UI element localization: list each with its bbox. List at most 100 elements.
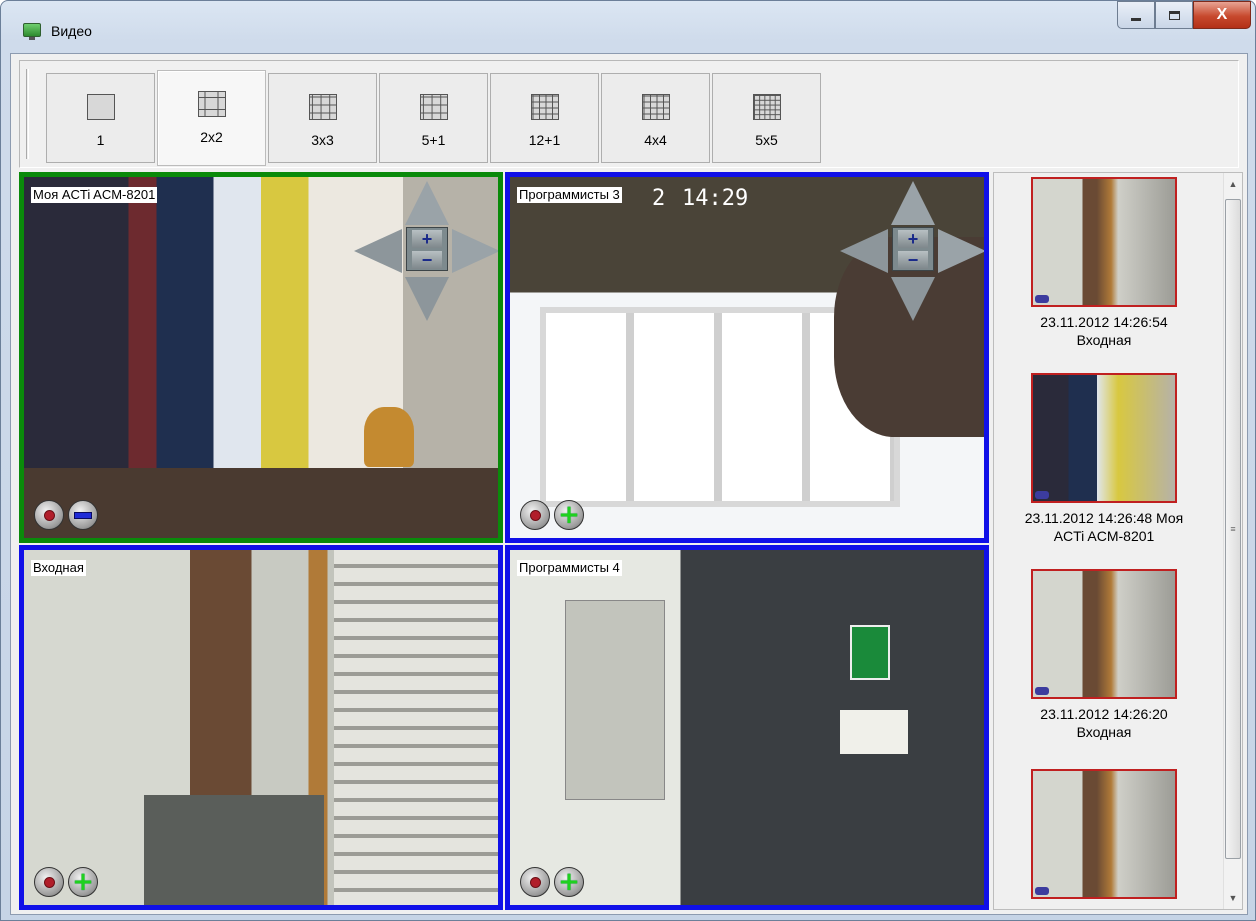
event-datetime: 23.11.2012 14:26:54 <box>1040 314 1168 330</box>
scroll-down-icon[interactable]: ▼ <box>1224 889 1242 907</box>
scroll-thumb[interactable]: ≡ <box>1225 199 1241 859</box>
plus-icon: + <box>72 867 94 897</box>
layout-button-12plus1[interactable]: 12+1 <box>490 73 599 163</box>
record-button[interactable] <box>520 500 550 530</box>
tile-zoom-in-button[interactable]: + <box>554 500 584 530</box>
event-item[interactable]: 23.11.2012 14:26:48 Моя ACTi ACM-8201 <box>994 373 1214 545</box>
ptz-zoom-out-button[interactable]: − <box>412 251 442 269</box>
plus-icon: + <box>558 500 580 530</box>
grip-icon: ≡ <box>1230 524 1236 534</box>
event-camera: ACTi ACM-8201 <box>1053 528 1155 544</box>
ptz-zoom-box: + − <box>406 227 448 271</box>
event-caption: 23.11.2012 14:26:20 Входная <box>994 705 1214 741</box>
ptz-zoom-in-button[interactable]: + <box>898 230 928 248</box>
event-item[interactable] <box>994 769 1214 899</box>
layout-button-label: 2x2 <box>200 129 223 145</box>
camera-label: Моя ACTi ACM-8201 <box>31 187 158 203</box>
event-tag-icon <box>1035 491 1049 499</box>
maximize-button[interactable] <box>1155 1 1193 29</box>
camera-tile-2[interactable]: Программисты 3 2 14:29 + − + <box>505 172 989 543</box>
window-title: Видео <box>51 23 92 39</box>
layout-button-5plus1[interactable]: 5+1 <box>379 73 488 163</box>
tile-zoom-out-button[interactable] <box>68 500 98 530</box>
event-datetime: 23.11.2012 14:26:20 <box>1040 706 1168 722</box>
event-list: 23.11.2012 14:26:54 Входная 23.11.2012 1… <box>993 172 1243 910</box>
layout-button-3x3[interactable]: 3x3 <box>268 73 377 163</box>
layout-button-label: 3x3 <box>311 132 334 148</box>
ptz-zoom-out-button[interactable]: − <box>898 251 928 269</box>
pan-right-icon[interactable] <box>938 229 984 273</box>
monitor-icon <box>23 23 41 40</box>
camera-image-staircase <box>24 550 498 905</box>
camera-label: Программисты 3 <box>517 187 622 203</box>
minimize-icon <box>1131 17 1141 21</box>
layout-button-label: 1 <box>96 132 105 148</box>
layout-button-4x4[interactable]: 4x4 <box>601 73 710 163</box>
event-list-scrollbar[interactable]: ▲ ≡ ▼ <box>1223 173 1242 909</box>
pan-left-icon[interactable] <box>354 229 402 273</box>
plus-icon: + <box>558 867 580 897</box>
record-button[interactable] <box>34 867 64 897</box>
maximize-icon <box>1168 10 1180 20</box>
camera-image-door <box>510 550 984 905</box>
ptz-control[interactable]: + − <box>354 181 498 321</box>
camera-label: Программисты 4 <box>517 560 622 576</box>
pan-up-icon[interactable] <box>405 181 449 225</box>
event-tag-icon <box>1035 295 1049 303</box>
ptz-control[interactable]: + − <box>840 181 984 321</box>
ptz-zoom-in-button[interactable]: + <box>412 230 442 248</box>
camera-tile-4[interactable]: Программисты 4 + <box>505 545 989 910</box>
layout-4x4-icon <box>641 94 670 120</box>
minimize-button[interactable] <box>1117 1 1155 29</box>
event-tag-icon <box>1035 687 1049 695</box>
event-thumbnail[interactable] <box>1031 569 1177 699</box>
layout-button-label: 5+1 <box>421 132 446 148</box>
video-window: Видео X 1 2x2 3x3 5+1 12+1 4x4 5x5 Моя A… <box>0 0 1256 921</box>
layout-button-label: 4x4 <box>644 132 667 148</box>
close-icon: X <box>1216 6 1228 23</box>
event-caption: 23.11.2012 14:26:54 Входная <box>994 313 1214 349</box>
event-thumbnail[interactable] <box>1031 769 1177 899</box>
pan-down-icon[interactable] <box>891 277 935 321</box>
layout-button-1[interactable]: 1 <box>46 73 155 163</box>
layout-button-label: 5x5 <box>755 132 778 148</box>
layout-button-2x2[interactable]: 2x2 <box>157 70 266 166</box>
event-camera: Входная <box>1076 724 1132 740</box>
layout-1-icon <box>86 94 115 120</box>
tile-zoom-in-button[interactable]: + <box>68 867 98 897</box>
title-bar[interactable]: Видео X <box>1 1 1255 53</box>
camera-tile-3[interactable]: Входная + <box>19 545 503 910</box>
layout-12plus1-icon <box>530 94 559 120</box>
layout-button-5x5[interactable]: 5x5 <box>712 73 821 163</box>
event-thumbnail[interactable] <box>1031 373 1177 503</box>
event-camera: Входная <box>1076 332 1132 348</box>
camera-tile-1[interactable]: Моя ACTi ACM-8201 + − <box>19 172 503 543</box>
camera-overlay-date: 2 <box>652 186 666 211</box>
record-icon <box>43 509 55 521</box>
pan-right-icon[interactable] <box>452 229 498 273</box>
camera-overlay-time: 14:29 <box>682 186 749 211</box>
layout-toolbar: 1 2x2 3x3 5+1 12+1 4x4 5x5 <box>19 60 1239 168</box>
record-icon <box>43 876 55 888</box>
scroll-up-icon[interactable]: ▲ <box>1224 175 1242 193</box>
event-thumbnail[interactable] <box>1031 177 1177 307</box>
pan-down-icon[interactable] <box>405 277 449 321</box>
record-icon <box>529 876 541 888</box>
pan-left-icon[interactable] <box>840 229 888 273</box>
close-button[interactable]: X <box>1193 1 1251 29</box>
layout-5x5-icon <box>752 94 781 120</box>
layout-2x2-icon <box>197 91 226 117</box>
tile-zoom-in-button[interactable]: + <box>554 867 584 897</box>
toolbar-grip[interactable] <box>26 69 29 159</box>
camera-label: Входная <box>31 560 86 576</box>
record-button[interactable] <box>34 500 64 530</box>
record-button[interactable] <box>520 867 550 897</box>
video-grid: Моя ACTi ACM-8201 + − Программисты 3 2 1… <box>19 172 989 910</box>
event-datetime: 23.11.2012 14:26:48 Моя <box>1024 510 1184 526</box>
window-controls: X <box>1117 1 1251 31</box>
event-item[interactable]: 23.11.2012 14:26:20 Входная <box>994 569 1214 741</box>
client-area: 1 2x2 3x3 5+1 12+1 4x4 5x5 Моя ACTi ACM-8201 + <box>10 53 1248 915</box>
event-caption: 23.11.2012 14:26:48 Моя ACTi ACM-8201 <box>994 509 1214 545</box>
pan-up-icon[interactable] <box>891 181 935 225</box>
event-item[interactable]: 23.11.2012 14:26:54 Входная <box>994 177 1214 349</box>
